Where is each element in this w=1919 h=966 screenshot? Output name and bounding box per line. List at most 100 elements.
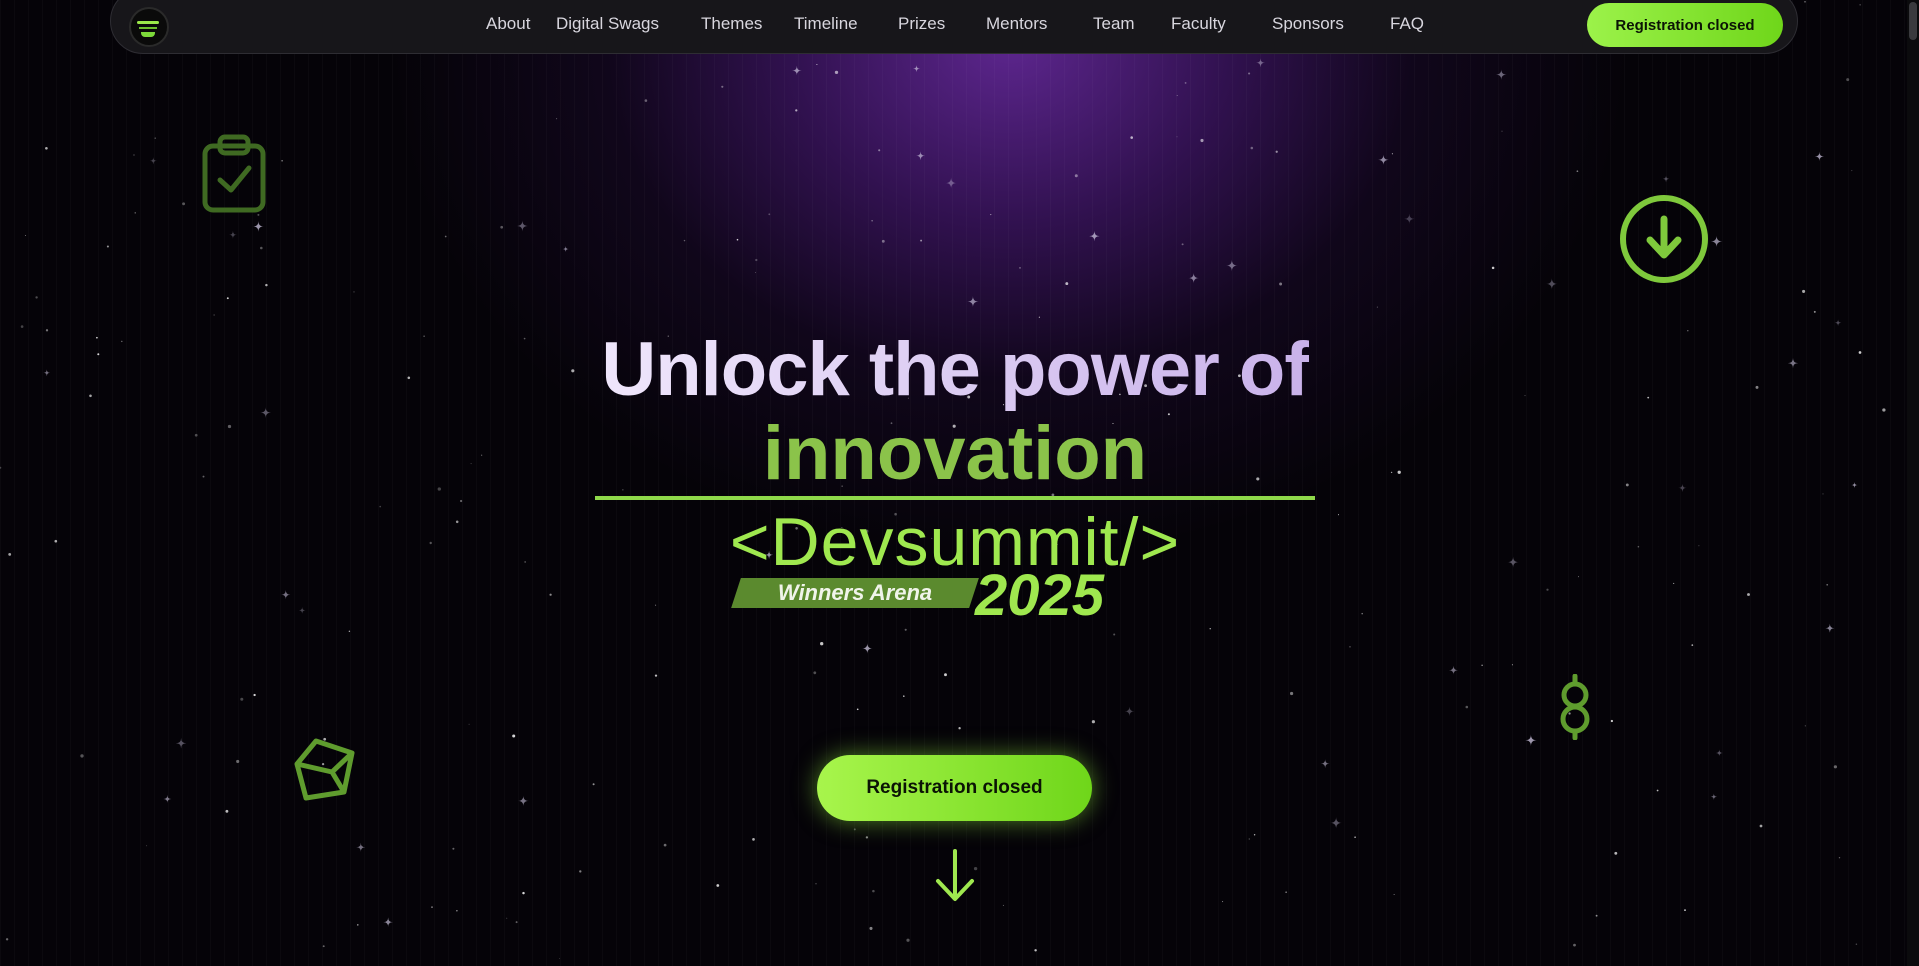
star xyxy=(920,239,923,242)
star xyxy=(1349,646,1351,648)
star xyxy=(1826,583,1829,586)
sparkle xyxy=(861,643,873,654)
star xyxy=(752,838,755,841)
star xyxy=(816,63,818,66)
sparkle xyxy=(1715,749,1723,757)
star xyxy=(1391,153,1393,155)
star xyxy=(1625,483,1629,487)
star xyxy=(1253,834,1256,836)
sparkle xyxy=(281,590,291,600)
star xyxy=(444,235,447,238)
sparkle xyxy=(562,245,569,253)
star xyxy=(1481,664,1483,666)
registration-closed-nav-button[interactable]: Registration closed xyxy=(1587,3,1783,47)
star xyxy=(903,695,905,697)
scrollbar[interactable] xyxy=(1907,0,1919,966)
star xyxy=(253,693,256,697)
star xyxy=(1822,493,1824,495)
star xyxy=(1019,267,1021,269)
nav-link-team[interactable]: Team xyxy=(1093,14,1135,34)
nav-link-prizes[interactable]: Prizes xyxy=(898,14,945,34)
nav-link-faq[interactable]: FAQ xyxy=(1390,14,1424,34)
star xyxy=(1065,282,1069,286)
star xyxy=(869,926,873,930)
star xyxy=(89,394,92,398)
hero-divider xyxy=(595,496,1315,500)
star xyxy=(571,369,575,373)
star xyxy=(45,146,48,150)
star xyxy=(353,291,355,293)
star xyxy=(736,238,739,241)
sparkle xyxy=(149,157,157,165)
star xyxy=(257,213,260,216)
star xyxy=(1647,396,1650,399)
nav-link-timeline[interactable]: Timeline xyxy=(794,14,858,34)
sparkle xyxy=(163,794,172,804)
sparkle xyxy=(1525,734,1537,747)
star xyxy=(1002,904,1004,906)
star xyxy=(768,213,771,216)
star xyxy=(1614,851,1618,855)
hero-title-text: Unlock the power of xyxy=(601,327,1309,412)
star xyxy=(459,499,463,503)
star xyxy=(1376,306,1378,308)
star xyxy=(1501,130,1503,132)
star xyxy=(281,159,283,162)
sparkle xyxy=(1124,706,1135,717)
star xyxy=(958,727,961,730)
star xyxy=(1673,582,1675,584)
nav-link-faculty[interactable]: Faculty xyxy=(1171,14,1226,34)
star xyxy=(865,836,869,839)
sparkle xyxy=(260,407,272,419)
nav-link-mentors[interactable]: Mentors xyxy=(986,14,1047,34)
star xyxy=(322,945,325,948)
star xyxy=(1091,720,1095,724)
arrow-down-circle-icon xyxy=(1620,195,1708,283)
star xyxy=(1813,310,1816,313)
sparkle xyxy=(356,842,366,852)
star xyxy=(654,674,658,677)
star xyxy=(1637,545,1640,548)
nav-link-about[interactable]: About xyxy=(486,14,530,34)
star xyxy=(872,889,875,893)
sparkle xyxy=(1378,154,1389,166)
sparkle xyxy=(792,65,802,76)
star xyxy=(716,884,720,887)
nav-link-sponsors[interactable]: Sponsors xyxy=(1272,14,1344,34)
star xyxy=(227,424,232,429)
star xyxy=(1176,94,1178,97)
sparkle xyxy=(1404,213,1415,225)
logo-icon[interactable] xyxy=(129,7,169,47)
star xyxy=(45,329,49,332)
star xyxy=(1130,136,1133,139)
sparkle xyxy=(516,220,528,232)
star xyxy=(1397,470,1401,474)
star xyxy=(1759,824,1763,828)
sparkle xyxy=(1256,58,1265,68)
star xyxy=(881,239,885,243)
star xyxy=(1074,174,1078,178)
nav-link-themes[interactable]: Themes xyxy=(701,14,762,34)
winners-arena-badge: Winners Arena xyxy=(731,578,979,608)
scrollbar-thumb[interactable] xyxy=(1909,2,1917,40)
star xyxy=(1687,329,1689,332)
sparkle xyxy=(229,230,237,239)
star xyxy=(80,754,84,758)
star xyxy=(455,520,459,524)
star xyxy=(146,845,148,847)
arrow-down-icon[interactable] xyxy=(934,848,976,904)
star xyxy=(1034,949,1037,952)
sparkle xyxy=(175,738,187,749)
sparkle xyxy=(1662,175,1670,183)
star xyxy=(1176,136,1178,138)
sparkle xyxy=(1710,235,1723,248)
nav-link-digital-swags[interactable]: Digital Swags xyxy=(556,14,659,34)
star xyxy=(1576,170,1579,173)
star xyxy=(96,336,98,339)
registration-closed-button[interactable]: Registration closed xyxy=(817,755,1092,821)
star xyxy=(655,604,657,606)
star xyxy=(1846,78,1850,82)
sparkle xyxy=(517,795,529,807)
event-year: 2025 xyxy=(975,563,1105,628)
star xyxy=(5,938,9,941)
